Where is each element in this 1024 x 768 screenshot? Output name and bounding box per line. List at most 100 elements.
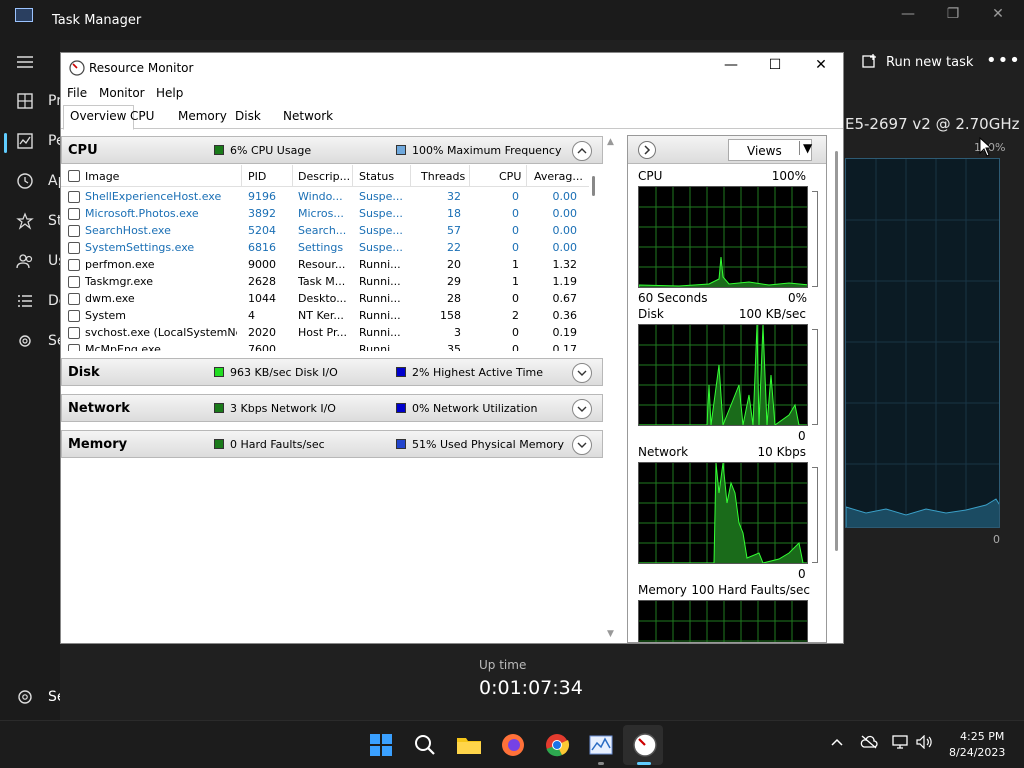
table-row[interactable]: SearchHost.exe 5204 Search... Suspe... 57 0 0.… bbox=[61, 222, 589, 239]
cell-cpu: 2 bbox=[512, 309, 519, 322]
cpu-collapse-button[interactable] bbox=[572, 141, 592, 161]
scroll-down-arrow-icon[interactable]: ▼ bbox=[607, 629, 614, 639]
task-manager-close-button[interactable]: ✕ bbox=[983, 6, 1013, 22]
select-all-checkbox[interactable] bbox=[68, 170, 80, 182]
processes-icon bbox=[17, 93, 33, 109]
task-manager-icon[interactable] bbox=[587, 731, 615, 759]
cell-status: Runni... bbox=[359, 275, 401, 288]
file-explorer-icon[interactable] bbox=[455, 731, 483, 759]
rm-minimize-button[interactable]: — bbox=[711, 57, 751, 79]
cell-description: Micros... bbox=[298, 207, 344, 220]
disk-io-stat: 963 KB/sec Disk I/O bbox=[230, 366, 338, 379]
table-scrollbar-thumb[interactable] bbox=[592, 176, 595, 196]
table-row[interactable]: svchost.exe (LocalSystemNet... 2020 Host P… bbox=[61, 324, 589, 341]
cell-threads: 22 bbox=[447, 241, 461, 254]
table-row[interactable]: SystemSettings.exe 6816 Settings Suspe... 22… bbox=[61, 239, 589, 256]
table-row[interactable]: Taskmgr.exe 2628 Task M... Runni... 29 1 1.19 bbox=[61, 273, 589, 290]
row-checkbox[interactable] bbox=[68, 225, 80, 237]
tab-network[interactable]: Network bbox=[283, 109, 333, 123]
row-checkbox[interactable] bbox=[68, 208, 80, 220]
table-row[interactable]: System 4 NT Ker... Runni... 158 2 0.36 bbox=[61, 307, 589, 324]
row-checkbox[interactable] bbox=[68, 259, 80, 271]
memory-used-stat: 51% Used Physical Memory bbox=[412, 438, 564, 451]
chrome-icon[interactable] bbox=[543, 731, 571, 759]
cell-cpu: 1 bbox=[512, 275, 519, 288]
sidebar-active-indicator bbox=[4, 133, 7, 153]
menu-help[interactable]: Help bbox=[156, 86, 183, 100]
cell-status: Suspe... bbox=[359, 241, 403, 254]
tab-memory[interactable]: Memory bbox=[178, 109, 227, 123]
row-checkbox[interactable] bbox=[68, 276, 80, 288]
views-dropdown[interactable]: Views ▼ bbox=[728, 139, 812, 161]
cpu-section-header[interactable]: CPU 6% CPU Usage 100% Maximum Frequency bbox=[61, 136, 603, 164]
table-scrollbar[interactable] bbox=[589, 165, 603, 351]
disk-section-header[interactable]: Disk 963 KB/sec Disk I/O 2% Highest Acti… bbox=[61, 358, 603, 386]
col-header-average[interactable]: Averag... bbox=[534, 170, 583, 183]
resource-monitor-titlebar[interactable]: Resource Monitor — ☐ ✕ bbox=[61, 53, 843, 83]
search-icon[interactable] bbox=[411, 731, 439, 759]
network-expand-button[interactable] bbox=[572, 399, 592, 419]
dropdown-arrow-icon: ▼ bbox=[799, 141, 812, 155]
startup-icon bbox=[16, 212, 34, 230]
menu-file[interactable]: File bbox=[67, 86, 87, 100]
scroll-up-arrow-icon[interactable]: ▲ bbox=[607, 137, 614, 147]
clock-time[interactable]: 4:25 PM bbox=[960, 730, 1004, 743]
overview-scrollbar[interactable]: ▲ ▼ bbox=[604, 135, 618, 643]
clock-date[interactable]: 8/24/2023 bbox=[949, 746, 1005, 759]
table-row[interactable]: perfmon.exe 9000 Resour... Runni... 20 1 1.32 bbox=[61, 256, 589, 273]
disk-expand-button[interactable] bbox=[572, 363, 592, 383]
table-row[interactable]: dwm.exe 1044 Deskto... Runni... 28 0 0.67 bbox=[61, 290, 589, 307]
table-row[interactable]: ShellExperienceHost.exe 9196 Windo... Suspe… bbox=[61, 188, 589, 205]
row-checkbox[interactable] bbox=[68, 293, 80, 305]
col-header-cpu[interactable]: CPU bbox=[499, 170, 521, 183]
more-options-button[interactable]: ••• bbox=[986, 50, 1021, 71]
onedrive-offline-icon[interactable] bbox=[860, 735, 878, 753]
row-checkbox[interactable] bbox=[68, 310, 80, 322]
memory-faults-stat: 0 Hard Faults/sec bbox=[230, 438, 325, 451]
disk-graph-title: Disk bbox=[638, 307, 664, 321]
firefox-icon[interactable] bbox=[499, 731, 527, 759]
tab-overview[interactable]: Overview bbox=[63, 105, 134, 130]
table-row[interactable]: Microsoft.Photos.exe 3892 Micros... Suspe..… bbox=[61, 205, 589, 222]
memory-section-header[interactable]: Memory 0 Hard Faults/sec 51% Used Physic… bbox=[61, 430, 603, 458]
volume-icon[interactable] bbox=[916, 734, 934, 753]
resource-monitor-icon[interactable] bbox=[631, 731, 659, 759]
col-header-threads[interactable]: Threads bbox=[421, 170, 465, 183]
column-separator bbox=[526, 165, 527, 187]
row-checkbox[interactable] bbox=[68, 344, 80, 351]
tab-cpu[interactable]: CPU bbox=[130, 109, 154, 123]
run-new-task-button[interactable]: Run new task bbox=[886, 55, 973, 70]
col-header-status[interactable]: Status bbox=[359, 170, 394, 183]
cell-pid: 9196 bbox=[248, 190, 276, 203]
tray-overflow-chevron-icon[interactable] bbox=[830, 735, 844, 753]
services-icon bbox=[19, 335, 31, 347]
cell-threads: 35 bbox=[447, 343, 461, 351]
table-row[interactable]: McMpEng.exe 7600 Runni... 35 0 0.17 bbox=[61, 341, 589, 351]
graph-panel-scrollbar[interactable] bbox=[833, 135, 841, 643]
resource-monitor-window: Resource Monitor — ☐ ✕ File Monitor Help… bbox=[60, 52, 844, 644]
col-header-image[interactable]: Image bbox=[85, 170, 119, 183]
row-checkbox[interactable] bbox=[68, 327, 80, 339]
col-header-description[interactable]: Descrip... bbox=[298, 170, 350, 183]
task-manager-minimize-button[interactable]: — bbox=[893, 6, 923, 22]
graph-panel-scrollbar-thumb[interactable] bbox=[835, 151, 838, 551]
cpu-graph-min: 0% bbox=[788, 291, 808, 305]
rm-close-button[interactable]: ✕ bbox=[801, 57, 841, 79]
tab-disk[interactable]: Disk bbox=[235, 109, 261, 123]
views-label: Views bbox=[747, 144, 782, 158]
task-manager-maximize-button[interactable]: ❐ bbox=[938, 6, 968, 22]
memory-expand-button[interactable] bbox=[572, 435, 592, 455]
rm-maximize-button[interactable]: ☐ bbox=[755, 57, 795, 79]
col-header-pid[interactable]: PID bbox=[248, 170, 266, 183]
row-checkbox[interactable] bbox=[68, 242, 80, 254]
details-icon bbox=[18, 295, 32, 307]
graph-panel-toggle-button[interactable] bbox=[638, 141, 656, 159]
network-section-header[interactable]: Network 3 Kbps Network I/O 0% Network Ut… bbox=[61, 394, 603, 422]
windows-start-icon[interactable] bbox=[367, 731, 395, 759]
cell-average: 1.19 bbox=[552, 275, 578, 288]
network-status-icon[interactable] bbox=[892, 735, 910, 753]
menu-monitor[interactable]: Monitor bbox=[99, 86, 145, 100]
row-checkbox[interactable] bbox=[68, 191, 80, 203]
cell-description: Resour... bbox=[298, 258, 346, 271]
network-graph-max: 10 Kbps bbox=[757, 445, 806, 459]
